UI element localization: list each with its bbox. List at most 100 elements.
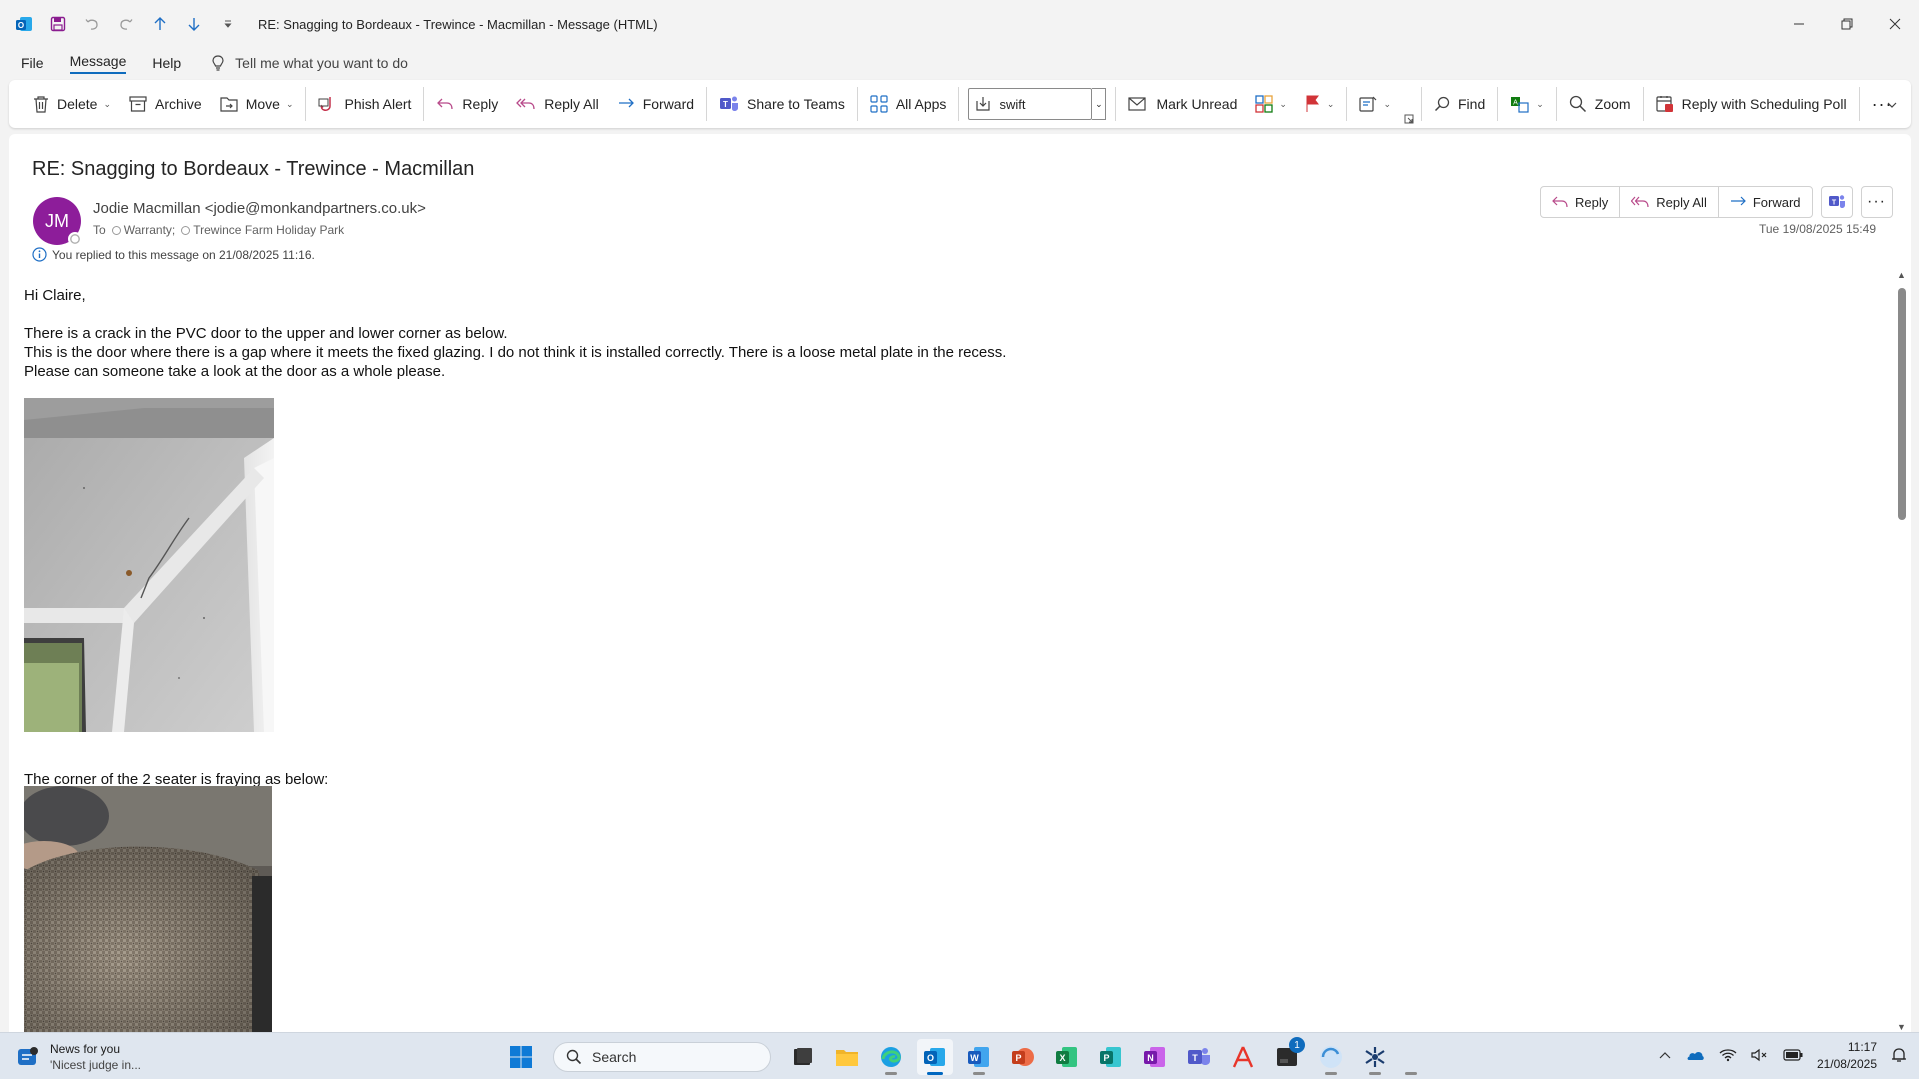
speaker-muted-icon[interactable] xyxy=(1751,1048,1769,1065)
restore-icon[interactable] xyxy=(1823,0,1871,48)
clock[interactable]: 11:17 21/08/2025 xyxy=(1817,1039,1877,1073)
undo-icon[interactable] xyxy=(82,14,102,34)
menu-message[interactable]: Message xyxy=(69,53,127,74)
translate-button[interactable]: A ⌄ xyxy=(1501,87,1553,121)
to-label: To xyxy=(93,223,106,237)
delete-button[interactable]: Delete ⌄ xyxy=(24,87,120,121)
more-actions-icon[interactable]: ··· xyxy=(1860,186,1893,218)
reply-all-icon xyxy=(516,98,535,110)
publisher-button[interactable]: P xyxy=(1093,1039,1129,1075)
door-crack-photo[interactable] xyxy=(24,398,274,732)
support-app-button[interactable] xyxy=(1357,1039,1393,1075)
wifi-icon[interactable] xyxy=(1719,1048,1737,1065)
move-button[interactable]: Move ⌄ xyxy=(211,87,303,121)
message-scrollbar[interactable]: ▲ ▼ xyxy=(1893,270,1911,1032)
onenote-button[interactable]: N xyxy=(1137,1039,1173,1075)
follow-up-button[interactable]: ⌄ xyxy=(1296,87,1344,121)
quick-steps-box[interactable]: swift xyxy=(968,88,1093,120)
chevron-down-icon[interactable]: ⌄ xyxy=(1279,99,1287,110)
reply-all-button[interactable]: Reply All xyxy=(507,87,607,121)
edge-button[interactable] xyxy=(873,1039,909,1075)
tell-me-box[interactable]: Tell me what you want to do xyxy=(211,55,408,71)
replied-infobar[interactable]: You replied to this message on 21/08/202… xyxy=(32,247,315,262)
share-to-teams-label: Share to Teams xyxy=(747,96,845,112)
forward-label: Forward xyxy=(1752,194,1801,210)
rules-button[interactable]: ⌄ xyxy=(1350,87,1400,121)
body-line: There is a crack in the PVC door to the … xyxy=(24,325,508,342)
previous-item-icon[interactable] xyxy=(150,14,170,34)
phish-alert-label: Phish Alert xyxy=(344,96,412,112)
customize-toolbar-icon[interactable] xyxy=(218,14,238,34)
recipient-warranty[interactable]: Warranty; xyxy=(111,223,175,237)
running-indicator xyxy=(927,1072,943,1075)
find-button[interactable]: Find xyxy=(1425,87,1494,121)
reading-pane: RE: Snagging to Bordeaux - Trewince - Ma… xyxy=(9,134,1911,1032)
next-item-icon[interactable] xyxy=(184,14,204,34)
scroll-up-icon[interactable]: ▲ xyxy=(1897,270,1906,280)
quick-steps-dropdown[interactable]: ⌄ xyxy=(1092,88,1107,120)
replied-note-text: You replied to this message on 21/08/202… xyxy=(52,247,315,262)
browser-button[interactable] xyxy=(1313,1039,1349,1075)
all-apps-button[interactable]: All Apps xyxy=(861,87,956,121)
show-hidden-icons-icon[interactable] xyxy=(1659,1049,1671,1063)
sender[interactable]: Jodie Macmillan <jodie@monkandpartners.c… xyxy=(93,200,426,217)
share-to-teams-button[interactable]: T Share to Teams xyxy=(710,87,854,121)
forward-button[interactable]: Forward xyxy=(1719,187,1812,217)
teams-button[interactable]: T xyxy=(1820,186,1853,218)
forward-button[interactable]: Forward xyxy=(608,87,703,121)
notification-app-button[interactable]: 1 xyxy=(1269,1037,1305,1075)
taskbar-search[interactable]: Search xyxy=(553,1042,771,1072)
acrobat-button[interactable] xyxy=(1225,1039,1261,1075)
news-widget[interactable]: News for you 'Nicest judge in... xyxy=(16,1041,141,1073)
menu-help[interactable]: Help xyxy=(152,55,181,71)
task-view-button[interactable] xyxy=(785,1039,821,1075)
file-explorer-button[interactable] xyxy=(829,1039,865,1075)
chevron-down-icon[interactable]: ⌄ xyxy=(1536,99,1544,110)
scroll-down-icon[interactable]: ▼ xyxy=(1897,1022,1906,1032)
scrollbar-thumb[interactable] xyxy=(1898,288,1906,520)
reply-with-scheduling-poll-button[interactable]: Reply with Scheduling Poll xyxy=(1647,87,1856,121)
message-subject: RE: Snagging to Bordeaux - Trewince - Ma… xyxy=(32,158,475,180)
close-icon[interactable] xyxy=(1871,0,1919,48)
word-button[interactable]: W xyxy=(961,1039,997,1075)
hidden-app-button[interactable] xyxy=(1401,1039,1421,1075)
categorize-button[interactable]: ⌄ xyxy=(1246,87,1296,121)
recipient-trewince[interactable]: Trewince Farm Holiday Park xyxy=(181,223,344,237)
reply-all-button[interactable]: Reply All xyxy=(1620,187,1719,217)
forward-icon xyxy=(1730,196,1746,206)
delete-label: Delete xyxy=(57,96,98,112)
sofa-fraying-photo[interactable] xyxy=(24,786,272,1032)
reply-button[interactable]: Reply xyxy=(427,87,507,121)
excel-button[interactable]: X xyxy=(1049,1039,1085,1075)
reply-all-label: Reply All xyxy=(1656,194,1707,210)
chevron-down-icon[interactable]: ⌄ xyxy=(1327,99,1335,110)
windows-logo-icon xyxy=(510,1046,532,1068)
mark-unread-button[interactable]: Mark Unread xyxy=(1119,87,1246,121)
chevron-down-icon[interactable]: ⌄ xyxy=(1383,99,1391,110)
categorize-icon xyxy=(1255,95,1274,113)
support-icon xyxy=(1365,1047,1385,1067)
phish-alert-button[interactable]: Phish Alert xyxy=(309,87,420,121)
chevron-down-icon[interactable]: ⌄ xyxy=(286,99,294,110)
menu-file[interactable]: File xyxy=(21,55,44,71)
minimize-icon[interactable] xyxy=(1775,0,1823,48)
zoom-button[interactable]: Zoom xyxy=(1560,87,1640,121)
notifications-bell-icon[interactable] xyxy=(1891,1047,1907,1066)
reply-button[interactable]: Reply xyxy=(1541,187,1621,217)
teams-taskbar-button[interactable]: T xyxy=(1181,1039,1217,1075)
svg-text:P: P xyxy=(1015,1053,1021,1063)
chevron-down-icon[interactable]: ⌄ xyxy=(103,99,111,110)
menu-bar: File Message Help Tell me what you want … xyxy=(0,48,1919,78)
onedrive-icon[interactable] xyxy=(1685,1049,1705,1064)
save-icon[interactable] xyxy=(48,14,68,34)
news-weather-icon xyxy=(18,1047,38,1065)
battery-icon[interactable] xyxy=(1783,1048,1803,1064)
redo-icon[interactable] xyxy=(116,14,136,34)
archive-button[interactable]: Archive xyxy=(120,87,211,121)
powerpoint-button[interactable]: P xyxy=(1005,1039,1041,1075)
system-tray: 11:17 21/08/2025 xyxy=(1659,1039,1907,1073)
dialog-launcher-icon[interactable] xyxy=(1400,110,1418,128)
outlook-button[interactable]: O xyxy=(917,1039,953,1075)
start-button[interactable] xyxy=(503,1039,539,1075)
ribbon-collapse-icon[interactable] xyxy=(1877,88,1907,122)
